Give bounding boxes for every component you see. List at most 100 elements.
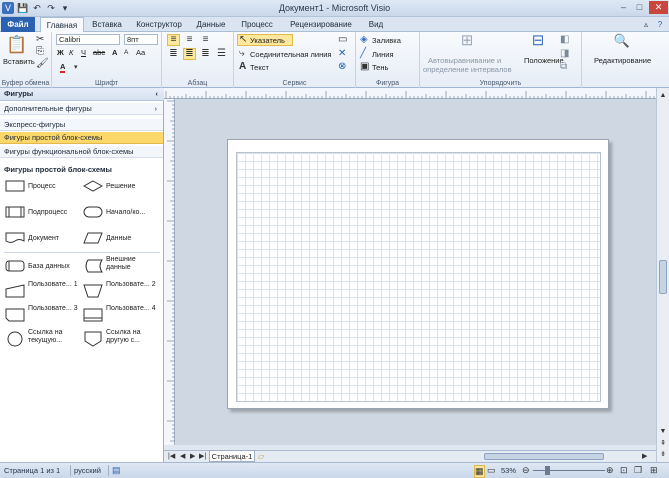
zoom-in-icon[interactable]: ⊕: [606, 465, 614, 476]
switch-windows-icon[interactable]: ❐: [634, 465, 642, 476]
cut-icon[interactable]: ✂: [36, 34, 44, 45]
drawing-page[interactable]: [227, 139, 609, 409]
panel-item-quick-shapes[interactable]: Экспресс-фигуры: [0, 119, 163, 131]
paste-button[interactable]: Вставить: [3, 57, 35, 66]
copy-icon[interactable]: ⎘: [36, 46, 44, 57]
change-case-button[interactable]: Aa: [136, 48, 145, 57]
align-left-icon[interactable]: ≣: [167, 48, 180, 59]
last-page-icon[interactable]: ▶|: [199, 451, 206, 462]
panel-item-more-shapes[interactable]: Дополнительные фигуры ›: [0, 103, 163, 115]
vertical-scrollbar[interactable]: ▲ ▼ ⇞ ⇟: [656, 88, 669, 462]
tab-home[interactable]: Главная: [40, 17, 84, 33]
shape-decision[interactable]: Решение: [80, 180, 160, 204]
shape-off-page-reference[interactable]: Ссылка на другую с...: [80, 329, 160, 353]
shape-external-data[interactable]: Внешние данные: [80, 256, 160, 280]
strikethrough-button[interactable]: abc: [93, 48, 105, 57]
tab-process[interactable]: Процесс: [235, 17, 279, 32]
page-number-status[interactable]: Страница 1 из 1: [4, 465, 60, 476]
font-size-select[interactable]: 8пт: [124, 34, 158, 45]
next-page-icon[interactable]: ⇟: [658, 449, 668, 460]
paste-icon[interactable]: 📋: [6, 35, 27, 55]
next-page-tab-icon[interactable]: ▶: [190, 451, 195, 462]
font-name-select[interactable]: Calibri: [56, 34, 120, 45]
help-icon[interactable]: ?: [653, 17, 667, 32]
shape-custom-2[interactable]: Пользовате... 2: [80, 281, 160, 305]
panel-item-basic-flowchart[interactable]: Фигуры простой блок-схемы: [0, 132, 163, 144]
format-painter-icon[interactable]: 🖌: [36, 58, 49, 69]
align-center-icon: ≣: [185, 48, 194, 59]
bullets-icon[interactable]: ☰: [215, 48, 228, 59]
full-screen-icon[interactable]: ▦: [474, 465, 485, 478]
tab-design[interactable]: Конструктор: [131, 17, 187, 32]
font-color-button[interactable]: A: [60, 62, 66, 73]
line-button[interactable]: Линия: [372, 50, 394, 59]
align-middle-icon[interactable]: ≡: [183, 34, 196, 45]
pan-zoom-icon[interactable]: ⊞: [650, 465, 658, 476]
bold-button[interactable]: Ж: [57, 48, 64, 57]
position-icon[interactable]: ⊟: [528, 33, 548, 53]
horizontal-scroll-thumb[interactable]: [484, 453, 604, 460]
align-bottom-icon[interactable]: ≡: [199, 34, 212, 45]
shape-custom-3[interactable]: Пользовате... 3: [2, 305, 82, 329]
panel-item-cross-functional[interactable]: Фигуры функциональной блок-схемы: [0, 146, 163, 158]
send-backward-icon[interactable]: ◨: [560, 48, 569, 59]
grow-font-button[interactable]: A: [112, 48, 117, 57]
language-status[interactable]: русский: [74, 465, 101, 476]
vertical-ruler[interactable]: [164, 99, 175, 445]
zoom-slider[interactable]: [533, 470, 605, 471]
tab-review[interactable]: Рецензирование: [284, 17, 358, 32]
shadow-button[interactable]: Тень: [372, 63, 388, 72]
connection-point-icon[interactable]: ⊗: [338, 61, 346, 72]
ribbon-minimize-icon[interactable]: ▵: [640, 17, 652, 32]
shape-on-page-reference[interactable]: Ссылка на текущую...: [2, 329, 82, 353]
first-page-icon[interactable]: |◀: [168, 451, 175, 462]
shape-process[interactable]: Процесс: [2, 180, 82, 204]
align-right-icon[interactable]: ≣: [199, 48, 212, 59]
scroll-up-icon[interactable]: ▲: [658, 90, 668, 101]
macro-record-icon[interactable]: ▤: [112, 465, 121, 476]
text-tool-button[interactable]: Текст: [250, 63, 269, 72]
font-color-dropdown-icon[interactable]: ▾: [74, 62, 78, 73]
scroll-right-icon[interactable]: ▶: [642, 451, 647, 462]
close-button[interactable]: ✕: [649, 1, 668, 14]
tab-view[interactable]: Вид: [362, 17, 390, 32]
find-icon[interactable]: 🔍: [612, 34, 632, 53]
tab-file[interactable]: Файл: [1, 17, 35, 32]
scroll-down-icon[interactable]: ▼: [658, 426, 668, 437]
presentation-mode-icon[interactable]: ▭: [487, 465, 496, 476]
vertical-scroll-thumb[interactable]: [659, 260, 667, 294]
page-tab[interactable]: Страница-1: [209, 450, 255, 462]
underline-button[interactable]: Ч: [81, 48, 86, 57]
shrink-font-button[interactable]: A: [124, 49, 128, 56]
shapes-gallery-icon[interactable]: ▭: [338, 34, 347, 45]
prev-page-icon[interactable]: ◀: [180, 451, 185, 462]
fit-page-icon[interactable]: ⊡: [620, 465, 628, 476]
connector-tool-button[interactable]: Соединительная линия: [250, 50, 331, 59]
insert-page-icon[interactable]: ▱: [258, 451, 264, 462]
bring-forward-icon[interactable]: ◧: [560, 34, 569, 45]
shape-custom-1[interactable]: Пользовате... 1: [2, 281, 82, 305]
shape-custom-4[interactable]: Пользовате... 4: [80, 305, 160, 329]
fill-button[interactable]: Заливка: [372, 36, 401, 45]
shape-subprocess[interactable]: Подпроцесс: [2, 206, 82, 230]
tab-data[interactable]: Данные: [191, 17, 231, 32]
horizontal-ruler[interactable]: [164, 88, 656, 99]
zoom-out-icon[interactable]: ⊖: [522, 465, 530, 476]
previous-page-icon[interactable]: ⇞: [658, 438, 668, 449]
zoom-level[interactable]: 53%: [501, 465, 516, 476]
collapse-panel-icon[interactable]: ‹: [156, 88, 159, 100]
zoom-slider-thumb[interactable]: [545, 466, 550, 475]
auto-align-icon[interactable]: ⊞: [456, 33, 478, 53]
shape-start-end[interactable]: Начало/ко...: [80, 206, 160, 230]
minimize-button[interactable]: –: [616, 1, 631, 14]
editing-button[interactable]: Редактирование: [594, 56, 651, 65]
auto-align-button[interactable]: Автовыравнивание и: [428, 56, 501, 65]
tab-insert[interactable]: Вставка: [86, 17, 128, 32]
delete-connector-icon[interactable]: ✕: [338, 48, 346, 59]
group-icon[interactable]: ⧉: [560, 61, 567, 72]
maximize-button[interactable]: □: [632, 1, 647, 14]
group-label-clipboard: Буфер обмена: [1, 80, 50, 87]
shapes-panel: Фигуры ‹ Дополнительные фигуры › Экспрес…: [0, 88, 164, 462]
position-button[interactable]: Положение: [524, 56, 564, 65]
italic-button[interactable]: К: [69, 48, 73, 57]
